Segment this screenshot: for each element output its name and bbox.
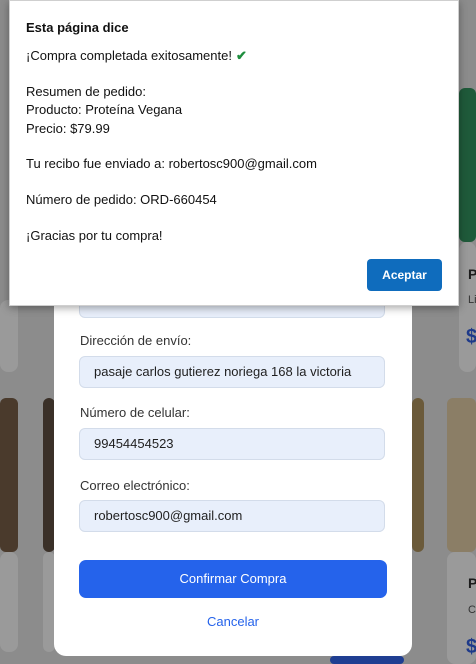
alert-success-message: ¡Compra completada exitosamente! ✔ xyxy=(26,48,247,64)
cancel-link[interactable]: Cancelar xyxy=(79,614,387,629)
address-field[interactable]: pasaje carlos gutierez noriega 168 la vi… xyxy=(79,356,385,388)
product-card xyxy=(0,552,18,652)
checkout-modal: Dirección de envío: pasaje carlos gutier… xyxy=(54,262,412,656)
summary-price: Precio: $79.99 xyxy=(26,121,110,136)
product-image xyxy=(412,398,424,552)
thanks-message: ¡Gracias por tu compra! xyxy=(26,228,163,243)
order-number: Número de pedido: ORD-660454 xyxy=(26,192,217,207)
phone-label: Número de celular: xyxy=(80,405,190,420)
success-text: ¡Compra completada exitosamente! xyxy=(26,48,232,63)
product-image xyxy=(447,398,476,552)
accept-button[interactable]: Aceptar xyxy=(367,259,442,291)
confirm-purchase-button[interactable]: Confirmar Compra xyxy=(79,560,387,598)
summary-header: Resumen de pedido: xyxy=(26,84,146,99)
email-field[interactable]: robertosc900@gmail.com xyxy=(79,500,385,532)
address-label: Dirección de envío: xyxy=(80,333,192,348)
buy-button[interactable] xyxy=(330,656,404,664)
product-title: P xyxy=(468,575,476,591)
product-subtitle: C xyxy=(468,604,476,616)
product-card xyxy=(0,300,18,372)
product-price: $ xyxy=(466,636,476,658)
receipt-message: Tu recibo fue enviado a: robertosc900@gm… xyxy=(26,156,317,171)
email-label: Correo electrónico: xyxy=(80,478,190,493)
product-image xyxy=(0,398,18,552)
summary-product: Producto: Proteína Vegana xyxy=(26,102,183,117)
alert-dialog: Esta página dice ¡Compra completada exit… xyxy=(9,0,459,306)
product-image xyxy=(459,88,476,242)
product-subtitle: Li xyxy=(468,294,476,306)
alert-title: Esta página dice xyxy=(26,20,129,35)
product-price: $ xyxy=(466,326,476,348)
phone-field[interactable]: 99454454523 xyxy=(79,428,385,460)
check-icon: ✔ xyxy=(235,48,247,63)
product-title: P xyxy=(468,266,476,282)
product-card xyxy=(459,242,476,372)
